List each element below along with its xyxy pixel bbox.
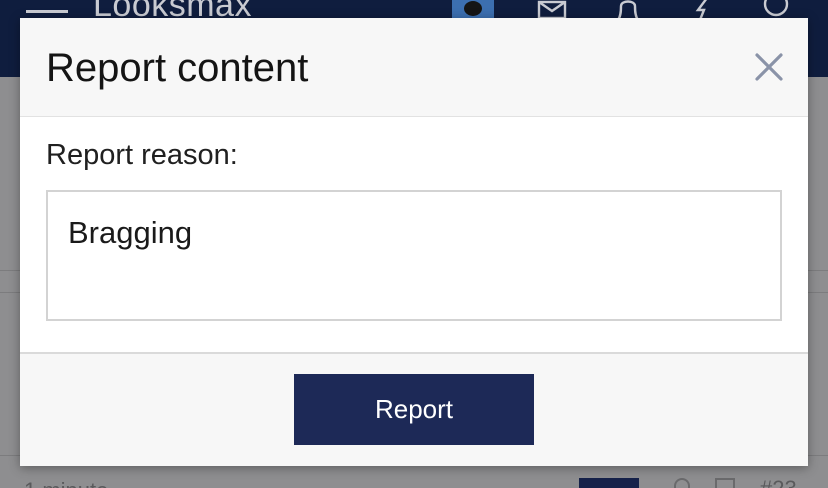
bolt-icon[interactable] — [689, 0, 719, 21]
report-button[interactable]: Report — [294, 374, 534, 445]
bell-icon[interactable] — [613, 0, 643, 21]
user-icon[interactable] — [674, 478, 690, 488]
avatar[interactable] — [452, 0, 494, 18]
dialog-footer: Report — [20, 352, 808, 466]
report-reason-label: Report reason: — [46, 139, 238, 171]
new-badge — [579, 478, 639, 488]
bookmark-icon[interactable] — [715, 478, 735, 488]
report-reason-input[interactable]: Bragging — [46, 190, 782, 321]
report-content-dialog: Report content Report reason: Bragging R… — [20, 18, 808, 466]
post-time: 1 minute — [24, 478, 108, 488]
close-icon[interactable] — [753, 51, 785, 83]
search-icon[interactable] — [762, 0, 792, 20]
post-number[interactable]: #23 — [760, 476, 797, 488]
dialog-header: Report content — [20, 18, 808, 117]
envelope-icon[interactable] — [537, 0, 567, 20]
dialog-body: Report reason: Bragging — [20, 117, 808, 353]
menu-icon[interactable] — [26, 10, 68, 13]
dialog-title: Report content — [46, 46, 309, 90]
